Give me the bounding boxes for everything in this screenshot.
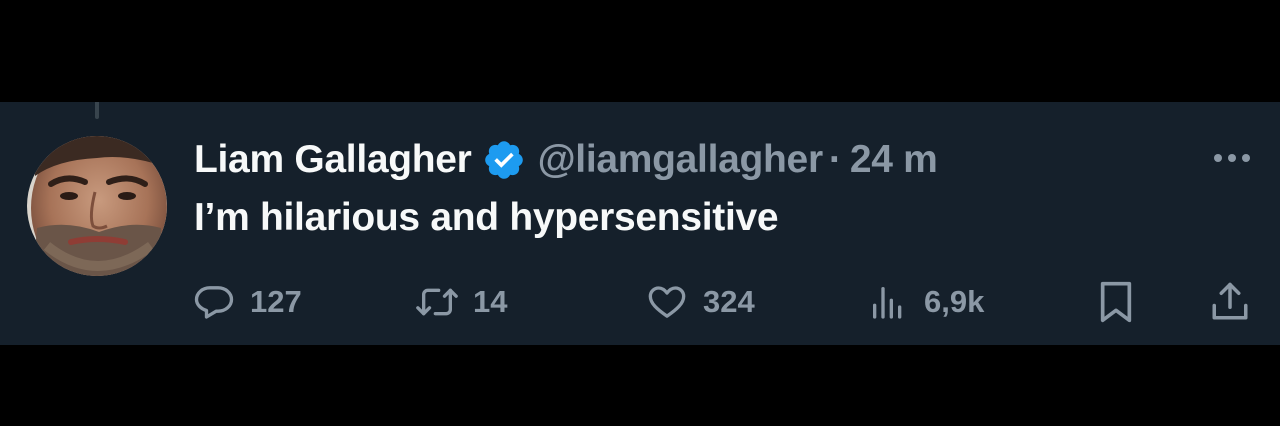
thread-connector-line	[95, 102, 99, 119]
like-count: 324	[703, 284, 755, 319]
reply-icon	[192, 280, 236, 324]
separator-dot: ·	[828, 138, 842, 181]
retweet-button[interactable]: 14	[415, 277, 507, 327]
verified-badge-icon[interactable]	[482, 138, 526, 182]
views-button[interactable]: 6,9k	[866, 277, 984, 327]
like-button[interactable]: 324	[645, 277, 755, 327]
views-count: 6,9k	[924, 284, 985, 319]
share-button[interactable]	[1208, 277, 1252, 327]
avatar[interactable]	[27, 136, 167, 276]
heart-icon	[645, 280, 689, 324]
reply-count: 127	[250, 284, 302, 319]
tweet-card[interactable]: Liam Gallagher @liamgallagher · 24 m I’m…	[0, 102, 1280, 345]
bookmark-icon	[1094, 280, 1138, 324]
retweet-icon	[415, 280, 459, 324]
views-chart-icon	[866, 280, 910, 324]
more-options-icon	[1214, 154, 1250, 162]
tweet-header: Liam Gallagher @liamgallagher · 24 m	[194, 134, 938, 186]
share-icon	[1208, 280, 1252, 324]
reply-button[interactable]: 127	[192, 277, 302, 327]
user-handle[interactable]: @liamgallagher	[538, 138, 824, 182]
timestamp[interactable]: 24 m	[850, 138, 938, 182]
screenshot-frame: Liam Gallagher @liamgallagher · 24 m I’m…	[0, 0, 1280, 426]
avatar-photo	[27, 136, 167, 276]
tweet-text: I’m hilarious and hypersensitive	[194, 196, 779, 239]
display-name[interactable]: Liam Gallagher	[194, 138, 472, 182]
bookmark-button[interactable]	[1094, 277, 1138, 327]
tweet-actions-bar: 127 14 324 6,9k	[0, 277, 1280, 327]
retweet-count: 14	[473, 284, 508, 319]
more-options-button[interactable]	[1206, 140, 1258, 176]
